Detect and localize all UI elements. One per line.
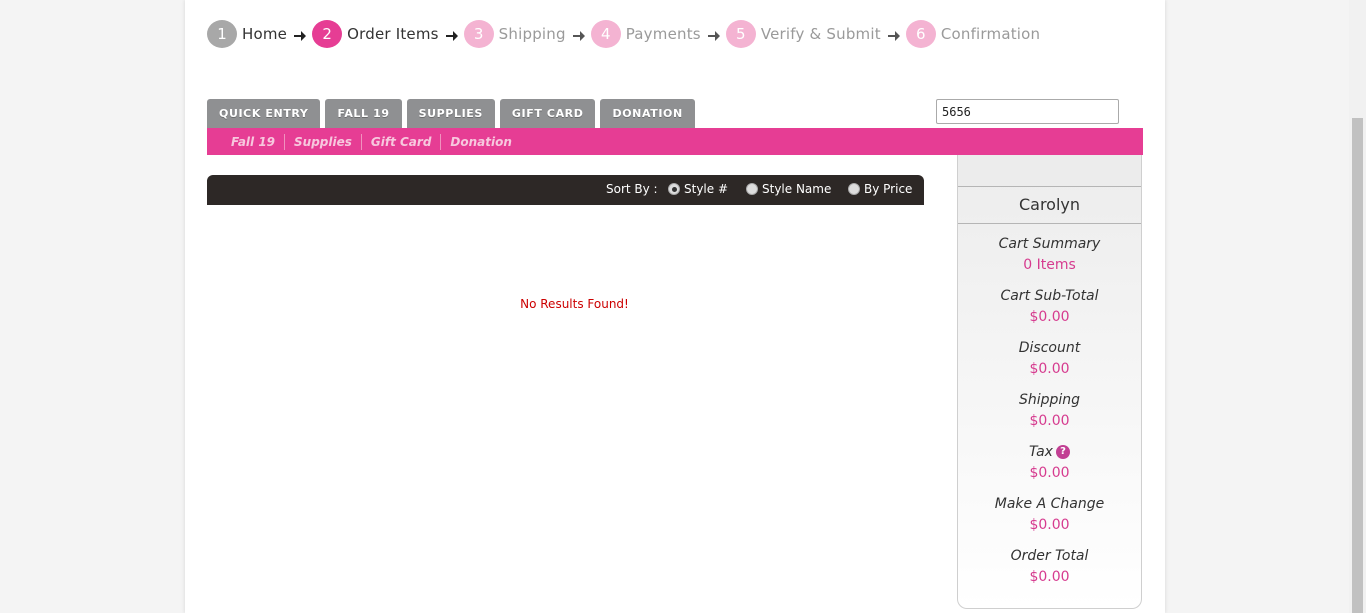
cart-make-a-change-row: Make A Change $0.00 bbox=[958, 494, 1141, 536]
step-label: Order Items bbox=[347, 25, 439, 43]
cart-label: Cart Summary bbox=[998, 236, 1101, 252]
sub-navigation: Fall 19 Supplies Gift Card Donation bbox=[207, 128, 1143, 155]
checkout-steps: 1 Home 2 Order Items 3 Shipping 4 Paymen… bbox=[207, 20, 1040, 48]
step-number: 3 bbox=[463, 20, 494, 48]
step-number: 4 bbox=[590, 20, 621, 48]
sort-label: Sort By : bbox=[606, 182, 658, 196]
cart-value: 0 Items bbox=[1023, 257, 1076, 273]
tax-label: Tax bbox=[1029, 444, 1053, 460]
cart-shipping-row: Shipping $0.00 bbox=[958, 390, 1141, 432]
cart-order-total-row: Order Total $0.00 bbox=[958, 546, 1141, 588]
step-home[interactable]: 1 Home bbox=[207, 20, 287, 48]
step-number: 2 bbox=[312, 20, 343, 48]
step-shipping[interactable]: 3 Shipping bbox=[463, 20, 566, 48]
cart-value: $0.00 bbox=[1029, 361, 1070, 377]
sort-option-label: Style Name bbox=[762, 182, 832, 196]
cart-label: Cart Sub-Total bbox=[1000, 288, 1099, 304]
sort-bar: Sort By : Style # Style Name By Price bbox=[207, 175, 924, 205]
cart-discount-row: Discount $0.00 bbox=[958, 338, 1141, 380]
arrow-right-icon bbox=[445, 29, 458, 43]
arrow-right-icon bbox=[572, 29, 585, 43]
step-confirmation[interactable]: 6 Confirmation bbox=[905, 20, 1041, 48]
tab-donation[interactable]: DONATION bbox=[600, 99, 695, 128]
step-label: Verify & Submit bbox=[760, 25, 881, 43]
sort-option-label: Style # bbox=[684, 182, 729, 196]
step-order-items[interactable]: 2 Order Items bbox=[312, 20, 439, 48]
category-tabs: QUICK ENTRY FALL 19 SUPPLIES GIFT CARD D… bbox=[207, 99, 700, 128]
radio-icon[interactable] bbox=[848, 183, 860, 195]
subnav-item-donation[interactable]: Donation bbox=[441, 134, 520, 150]
step-number: 5 bbox=[725, 20, 756, 48]
step-verify-submit[interactable]: 5 Verify & Submit bbox=[725, 20, 881, 48]
cart-label: Discount bbox=[1018, 340, 1081, 356]
cart-value: $0.00 bbox=[1029, 309, 1070, 325]
cart-label: Tax? bbox=[958, 442, 1141, 462]
arrow-right-icon bbox=[707, 29, 720, 43]
customer-name: Carolyn bbox=[958, 187, 1141, 224]
page-container: 1 Home 2 Order Items 3 Shipping 4 Paymen… bbox=[185, 0, 1165, 613]
cart-value: $0.00 bbox=[1029, 569, 1070, 585]
tab-supplies[interactable]: SUPPLIES bbox=[406, 99, 495, 128]
cart-label: Make A Change bbox=[994, 496, 1105, 512]
step-number: 6 bbox=[905, 20, 936, 48]
step-label: Shipping bbox=[498, 25, 566, 43]
cart-header bbox=[958, 155, 1141, 187]
tab-fall-19[interactable]: FALL 19 bbox=[325, 99, 402, 128]
cart-tax-row: Tax? $0.00 bbox=[958, 442, 1141, 484]
no-results-message: No Results Found! bbox=[520, 297, 629, 311]
subnav-item-supplies[interactable]: Supplies bbox=[285, 133, 362, 150]
cart-label: Shipping bbox=[1018, 392, 1081, 408]
cart-panel: Carolyn Cart Summary 0 Items Cart Sub-To… bbox=[957, 155, 1142, 609]
cart-summary-row: Cart Summary 0 Items bbox=[958, 234, 1141, 276]
sort-option-style-name[interactable]: Style Name bbox=[746, 182, 831, 196]
arrow-right-icon bbox=[887, 29, 900, 43]
search-input[interactable] bbox=[936, 99, 1119, 124]
subnav-item-gift-card[interactable]: Gift Card bbox=[362, 133, 442, 150]
sort-option-style-number[interactable]: Style # bbox=[668, 182, 728, 196]
radio-checked-icon[interactable] bbox=[668, 183, 680, 195]
cart-subtotal-row: Cart Sub-Total $0.00 bbox=[958, 286, 1141, 328]
tab-gift-card[interactable]: GIFT CARD bbox=[499, 99, 596, 128]
vertical-scrollbar[interactable] bbox=[1349, 0, 1366, 613]
help-icon[interactable]: ? bbox=[1055, 445, 1070, 459]
step-number: 1 bbox=[207, 20, 237, 48]
tab-quick-entry[interactable]: QUICK ENTRY bbox=[207, 99, 321, 128]
cart-value: $0.00 bbox=[1029, 465, 1070, 481]
subnav-item-fall-19[interactable]: Fall 19 bbox=[222, 133, 286, 150]
step-label: Home bbox=[242, 25, 288, 43]
radio-icon[interactable] bbox=[746, 183, 758, 195]
cart-value: $0.00 bbox=[1029, 413, 1070, 429]
step-label: Payments bbox=[625, 25, 701, 43]
scrollbar-thumb[interactable] bbox=[1352, 118, 1363, 613]
step-label: Confirmation bbox=[940, 25, 1041, 43]
arrow-right-icon bbox=[294, 29, 307, 43]
sort-option-by-price[interactable]: By Price bbox=[848, 182, 912, 196]
step-payments[interactable]: 4 Payments bbox=[590, 20, 701, 48]
cart-label: Order Total bbox=[1010, 548, 1089, 564]
cart-value: $0.00 bbox=[1029, 517, 1070, 533]
sort-option-label: By Price bbox=[864, 182, 913, 196]
